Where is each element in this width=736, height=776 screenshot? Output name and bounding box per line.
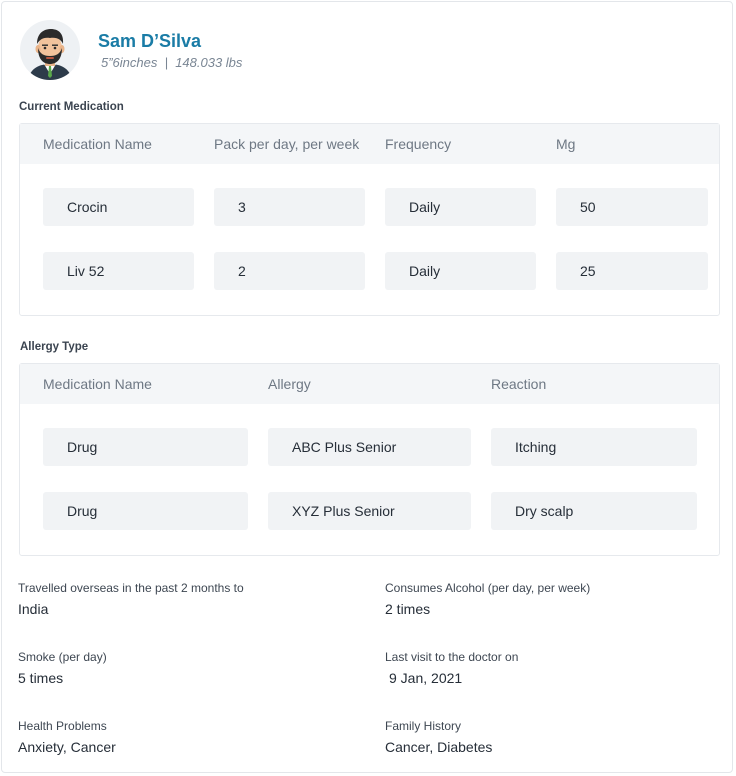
health-problems-value: Anxiety, Cancer (18, 739, 116, 755)
medication-name-cell[interactable]: Drug (43, 492, 248, 530)
table-header: Medication Name Allergy Reaction (20, 364, 719, 404)
allergy-type-title: Allergy Type (20, 341, 89, 353)
travel-value: India (18, 601, 49, 617)
pack-cell[interactable]: 3 (214, 188, 365, 226)
patient-name: Sam D’Silva (98, 31, 202, 51)
medication-name-cell[interactable]: Liv 52 (43, 252, 194, 290)
mg-cell[interactable]: 25 (556, 252, 708, 290)
mg-cell[interactable]: 50 (556, 188, 708, 226)
column-header-allergy: Allergy (268, 376, 311, 392)
column-header-reaction: Reaction (491, 376, 547, 392)
smoke-value: 5 times (18, 670, 64, 686)
last-visit-value: 9 Jan, 2021 (389, 670, 463, 686)
allergy-cell[interactable]: ABC Plus Senior (268, 428, 471, 466)
column-header-medication-name: Medication Name (43, 136, 152, 152)
reaction-cell[interactable]: Itching (491, 428, 697, 466)
allergy-table: Medication Name Allergy Reaction Drug AB… (19, 363, 720, 556)
alcohol-value: 2 times (385, 601, 431, 617)
current-medication-title: Current Medication (19, 101, 124, 113)
alcohol-label: Consumes Alcohol (per day, per week) (385, 581, 591, 595)
table-header: Medication Name Pack per day, per week F… (20, 124, 719, 164)
bearded-man-avatar-icon (28, 29, 72, 80)
patient-height-weight: 5”6inches | 148.033 lbs (101, 55, 243, 70)
patient-card: Sam D’Silva 5”6inches | 148.033 lbs Curr… (1, 1, 733, 773)
column-header-medication-name: Medication Name (43, 376, 152, 392)
frequency-cell[interactable]: Daily (385, 252, 536, 290)
avatar (20, 20, 80, 80)
health-problems-label: Health Problems (18, 719, 107, 733)
pack-cell[interactable]: 2 (214, 252, 365, 290)
family-history-value: Cancer, Diabetes (385, 739, 493, 755)
frequency-cell[interactable]: Daily (385, 188, 536, 226)
family-history-label: Family History (385, 719, 462, 733)
current-medication-table: Medication Name Pack per day, per week F… (19, 123, 720, 316)
smoke-label: Smoke (per day) (18, 650, 107, 664)
column-header-frequency: Frequency (385, 136, 452, 152)
column-header-pack: Pack per day, per week (214, 136, 360, 152)
travel-label: Travelled overseas in the past 2 months … (18, 581, 244, 595)
column-header-mg: Mg (556, 136, 576, 152)
allergy-cell[interactable]: XYZ Plus Senior (268, 492, 471, 530)
reaction-cell[interactable]: Dry scalp (491, 492, 697, 530)
medication-name-cell[interactable]: Crocin (43, 188, 194, 226)
last-visit-label: Last visit to the doctor on (385, 650, 519, 664)
medication-name-cell[interactable]: Drug (43, 428, 248, 466)
